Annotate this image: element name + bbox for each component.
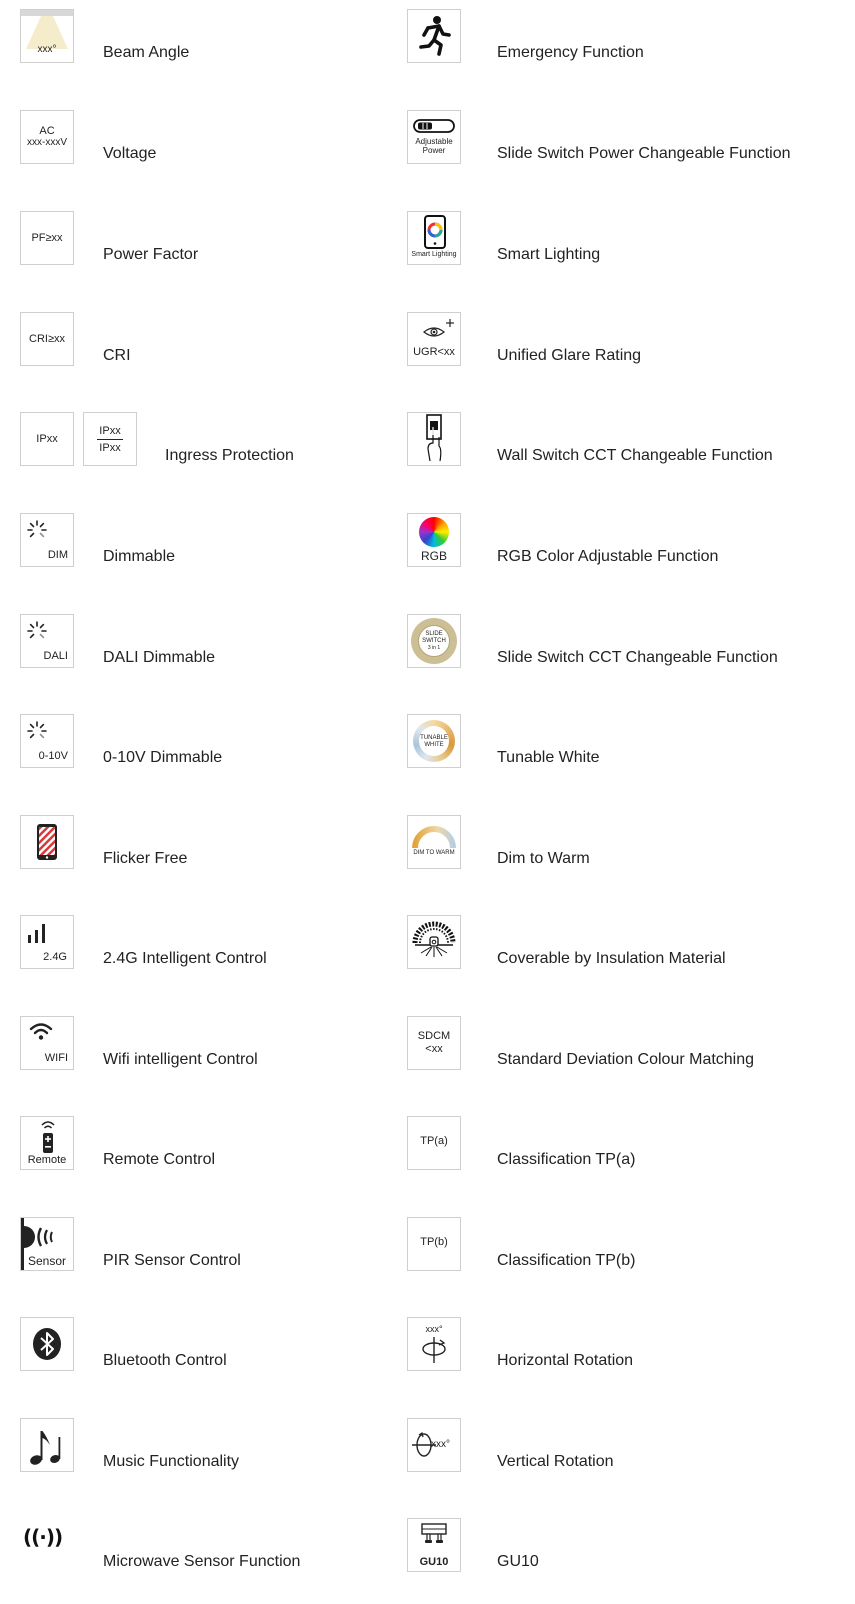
feature-label: DALI Dimmable <box>103 649 216 666</box>
feature-label: GU10 <box>497 1553 539 1570</box>
bluetooth-icon <box>20 1317 74 1371</box>
adjustable-power-icon: Adjustable Power <box>407 110 461 164</box>
dim-icon: DIM <box>20 513 74 567</box>
signal-icon: 2.4G <box>20 915 74 969</box>
smartphone-icon: Smart Lighting <box>407 211 461 265</box>
remote-icon: Remote <box>20 1116 74 1170</box>
eye-icon: UGR<xx <box>407 312 461 366</box>
feature-label: Unified Glare Rating <box>497 347 642 364</box>
tunable-white-icon: TUNABLE WHITE <box>407 714 461 768</box>
flicker-free-icon <box>20 815 74 869</box>
feature-label: Music Functionality <box>103 1453 240 1470</box>
feature-label: Horizontal Rotation <box>497 1352 634 1369</box>
running-man-icon <box>407 9 461 63</box>
wall-switch-icon <box>407 412 461 466</box>
feature-label: Vertical Rotation <box>497 1453 614 1470</box>
microwave-sensor-icon: ((·)) <box>20 1518 74 1572</box>
ip-double-icon: IPxx IPxx <box>83 412 137 466</box>
slider-switch-icon <box>413 119 455 133</box>
feature-label: Classification TP(a) <box>497 1151 636 1168</box>
feature-label: Ingress Protection <box>165 447 294 464</box>
dim-to-warm-icon: DIM TO WARM <box>407 815 461 869</box>
rotate-arrow-icon <box>422 1337 446 1363</box>
voltage-icon: AC xxx-xxxV <box>20 110 74 164</box>
feature-label: Emergency Function <box>497 44 644 61</box>
0-10v-icon: 0-10V <box>20 714 74 768</box>
feature-label: Smart Lighting <box>497 246 601 263</box>
cri-icon: CRI≥xx <box>20 312 74 366</box>
ip-icon: IPxx <box>20 412 74 466</box>
eye-glare-icon <box>423 319 454 337</box>
feature-label: PIR Sensor Control <box>103 1252 241 1269</box>
feature-label: Voltage <box>103 145 157 162</box>
rgb-wheel-icon: RGB <box>407 513 461 567</box>
tpa-icon: TP(a) <box>407 1116 461 1170</box>
feature-label: Bluetooth Control <box>103 1352 227 1369</box>
dim-rays-icon <box>27 721 47 739</box>
feature-label: Dim to Warm <box>497 850 590 867</box>
vertical-rotation-icon: xxx° <box>407 1418 461 1472</box>
wifi-icon: WIFI <box>20 1016 74 1070</box>
feature-label: Standard Deviation Colour Matching <box>497 1051 755 1068</box>
feature-label: Dimmable <box>103 548 176 565</box>
feature-label: CRI <box>103 347 131 364</box>
slide-switch-badge-icon: SLIDE SWITCH 3 in 1 <box>407 614 461 668</box>
feature-label: Wall Switch CCT Changeable Function <box>497 447 773 464</box>
ring-text: TUNABLE WHITE <box>420 735 448 748</box>
feature-label: 2.4G Intelligent Control <box>103 950 267 967</box>
power-factor-icon: PF≥xx <box>20 211 74 265</box>
feature-label: 0-10V Dimmable <box>103 749 223 766</box>
feature-label: Slide Switch CCT Changeable Function <box>497 649 778 666</box>
feature-label: Power Factor <box>103 246 199 263</box>
feature-label: Beam Angle <box>103 44 190 61</box>
music-note-icon <box>20 1418 74 1472</box>
feature-label: Flicker Free <box>103 850 188 867</box>
phone-icon <box>424 215 446 249</box>
gu10-icon: GU10 <box>407 1518 461 1572</box>
gu10-bulb-icon <box>421 1523 447 1543</box>
feature-label: Wifi intelligent Control <box>103 1051 258 1068</box>
signal-bars-icon <box>28 924 45 943</box>
feature-label: Tunable White <box>497 749 600 766</box>
feature-label: Remote Control <box>103 1151 216 1168</box>
sdcm-icon: SDCM <xx <box>407 1016 461 1070</box>
beam-angle-icon: xxx° <box>20 9 74 63</box>
color-wheel <box>419 517 449 547</box>
feature-label: Classification TP(b) <box>497 1252 636 1269</box>
warm-arc-icon <box>412 826 456 849</box>
pir-sensor-icon: Sensor <box>20 1217 74 1271</box>
feature-label: Slide Switch Power Changeable Function <box>497 145 791 162</box>
dali-icon: DALI <box>20 614 74 668</box>
feature-label: Microwave Sensor Function <box>103 1553 301 1570</box>
remote-device-icon <box>41 1121 55 1153</box>
feature-label: Coverable by Insulation Material <box>497 950 726 967</box>
insulation-icon <box>407 915 461 969</box>
wifi-waves-icon <box>29 1023 53 1040</box>
dim-rays-icon <box>27 520 47 538</box>
feature-label: RGB Color Adjustable Function <box>497 548 719 565</box>
fraction-line <box>97 438 123 440</box>
tpb-icon: TP(b) <box>407 1217 461 1271</box>
horizontal-rotation-icon: xxx° <box>407 1317 461 1371</box>
dim-rays-icon <box>27 621 47 639</box>
badge-text: SLIDE SWITCH 3 in 1 <box>422 631 446 651</box>
